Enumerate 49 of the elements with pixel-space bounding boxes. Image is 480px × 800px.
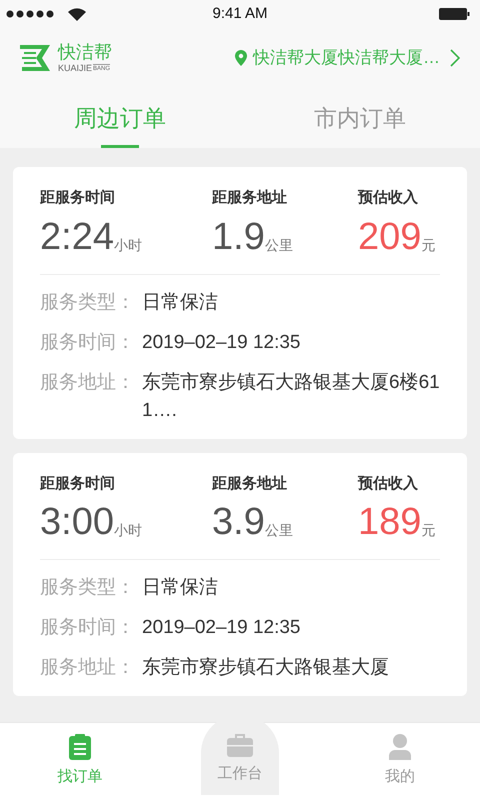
battery-icon [439, 8, 470, 20]
stat-unit: 元 [421, 236, 436, 254]
stat-label: 预估收入 [358, 474, 419, 494]
order-card[interactable]: 距服务时间 3:00小时 距服务地址 3.9公里 预估收入 189元 服务类型： 日常保洁 服务时间： 2019–02–19 12:35 服务地址： 东莞市寮步镇石大路银基大厦 [13, 452, 467, 696]
detail-value: 东莞市寮步镇石大路银基大厦6楼611…. [142, 370, 440, 422]
nav-tab[interactable]: 找订单 [41, 723, 119, 800]
logo-icon [20, 43, 50, 73]
stat-unit: 元 [421, 521, 436, 540]
logo-subtext: KUAIJIE [58, 62, 92, 74]
wifi-icon [68, 8, 86, 20]
status-time: 9:41 AM [212, 4, 268, 24]
stat-label: 距服务时间 [40, 188, 116, 208]
detail-value: 东莞市寮步镇石大路银基大厦 [142, 656, 389, 680]
detail-label: 服务类型： [40, 576, 136, 600]
detail-value: 日常保洁 [142, 576, 218, 600]
detail-value: 日常保洁 [142, 290, 218, 314]
stat-value: 3:00 [40, 501, 114, 543]
stat-value: 2:24 [40, 216, 114, 258]
detail-value: 2019–02–19 12:35 [142, 616, 300, 640]
detail-value: 2019–02–19 12:35 [142, 330, 300, 354]
stat-unit: 小时 [114, 236, 142, 254]
chevron-right-icon [450, 49, 460, 67]
detail-label: 服务时间： [40, 330, 136, 354]
stat-value: 3.9 [212, 501, 265, 543]
stat-label: 预估收入 [358, 188, 419, 208]
tab[interactable]: 市内订单 [240, 88, 480, 148]
clipboard-icon [68, 734, 92, 760]
signal-icon [6, 10, 56, 18]
stat-value: 209 [358, 216, 422, 258]
detail-label: 服务类型： [40, 290, 136, 314]
location-pin-icon [235, 50, 247, 66]
stat-value: 189 [358, 501, 422, 543]
location-button[interactable]: 快洁帮大厦快洁帮大厦… [235, 45, 460, 71]
detail-label: 服务时间： [40, 616, 136, 640]
stat-label: 距服务地址 [212, 188, 288, 208]
nav-tab[interactable]: 我的 [361, 723, 439, 800]
stat-label: 距服务时间 [40, 474, 116, 494]
tab[interactable]: 周边订单 [0, 88, 240, 148]
stat-label: 距服务地址 [212, 474, 288, 494]
logo-text: 快洁帮 [58, 42, 112, 62]
briefcase-icon [227, 732, 253, 757]
stat-unit: 小时 [114, 521, 142, 540]
stat-unit: 公里 [264, 236, 293, 254]
detail-label: 服务地址： [40, 370, 136, 394]
stat-unit: 公里 [264, 521, 293, 540]
order-card[interactable]: 距服务时间 2:24小时 距服务地址 1.9公里 预估收入 209元 服务类型： 日常保洁 服务时间： 2019–02–19 12:35 服务地址： 东莞市寮步镇石大路银基大厦6楼611…. [13, 167, 467, 438]
stat-value: 1.9 [212, 216, 265, 258]
user-icon [388, 734, 412, 760]
detail-label: 服务地址： [40, 656, 136, 680]
